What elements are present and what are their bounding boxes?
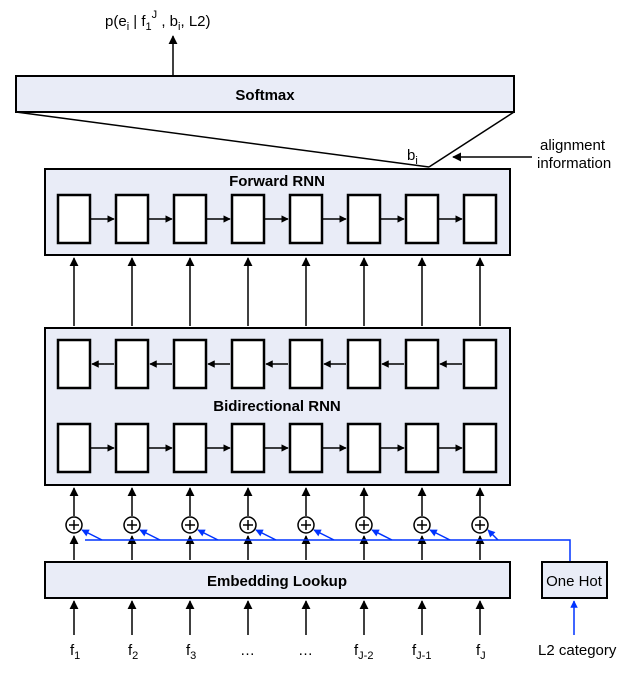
- bidi-rnn-label: Bidirectional RNN: [213, 398, 341, 415]
- mid-text: | f: [129, 13, 146, 30]
- end-text: , L2): [180, 13, 210, 30]
- svg-text:fJ: fJ: [476, 642, 486, 662]
- forward-rnn-label: Forward RNN: [229, 173, 325, 190]
- softmax-label: Softmax: [235, 87, 295, 104]
- alignment-label-1: alignment: [540, 137, 606, 154]
- bidi-to-forward-arrows: [74, 258, 480, 326]
- plus-to-bidi-arrows: [74, 488, 480, 516]
- svg-text:fJ-1: fJ-1: [412, 642, 431, 662]
- svg-text:f2: f2: [128, 642, 138, 662]
- svg-text:f1: f1: [70, 642, 80, 662]
- svg-text:f3: f3: [186, 642, 196, 662]
- p-text: p(e: [105, 13, 127, 30]
- onehot-fanout-arrows: [82, 530, 498, 540]
- onehot-label: One Hot: [546, 573, 603, 590]
- diagram: p(ei | f1J , bi, L2) Softmax bi alignmen…: [0, 0, 640, 674]
- svg-text:fJ-2: fJ-2: [354, 642, 373, 662]
- svg-text:L2 category: L2 category: [538, 642, 617, 659]
- embedding-label: Embedding Lookup: [207, 573, 347, 590]
- alignment-label-2: information: [537, 155, 611, 172]
- softmax-left-line: [16, 112, 429, 167]
- input-labels: f1 f2 f3 … … fJ-2 fJ-1 fJ L2 category: [70, 642, 617, 662]
- tail-text: , b: [157, 13, 178, 30]
- svg-text:…: …: [298, 642, 313, 659]
- output-probability-label: p(ei | f1J , bi, L2): [105, 9, 211, 33]
- f-sub: 1: [146, 21, 152, 33]
- svg-text:…: …: [240, 642, 255, 659]
- input-to-embed-arrows: [74, 601, 480, 635]
- concat-plus-nodes: [66, 517, 488, 533]
- svg-text:p(ei | f1J , bi, L2): p(ei | f1J , bi, L2): [105, 9, 211, 33]
- softmax-right-line: [429, 112, 514, 167]
